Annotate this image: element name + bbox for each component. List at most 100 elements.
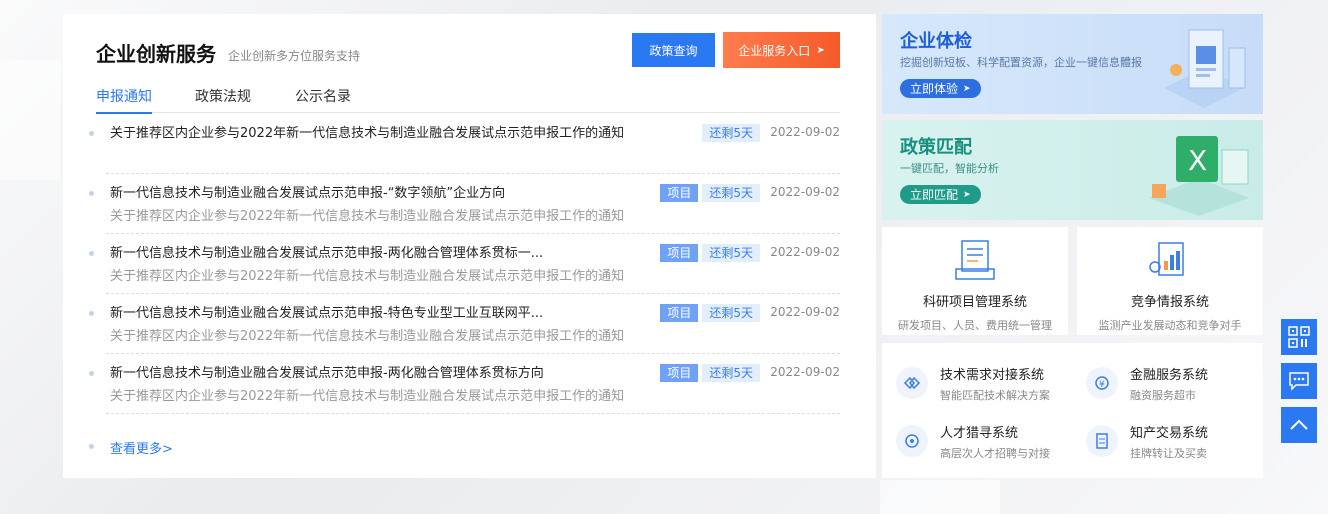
item-title[interactable]: 新一代信息技术与制造业融合发展试点示范申报-两化融合管理体系贯标一...: [110, 244, 660, 264]
system-list: 技术需求对接系统 智能匹配技术解决方案 ¥ 金融服务系统 融资服务超市 人才猎寻…: [882, 343, 1263, 478]
system-name: 人才猎寻系统: [940, 426, 1019, 441]
policy-match-card[interactable]: 政策匹配 一键匹配，智能分析 立即匹配 ➤ X: [882, 120, 1263, 220]
research-project-system-card[interactable]: 科研项目管理系统 研发项目、人员、费用统一管理: [882, 227, 1068, 335]
item-title[interactable]: 关于推荐区内企业参与2022年新一代信息技术与制造业融合发展试点示范申报工作的通…: [110, 124, 660, 144]
arrow-right-icon: ➤: [963, 189, 971, 200]
finance-system[interactable]: ¥ 金融服务系统 融资服务超市: [1072, 359, 1252, 402]
spreadsheet-illustration-icon: X: [1149, 136, 1249, 216]
item-badges: 还剩5天: [702, 124, 760, 142]
days-left-badge: 还剩5天: [702, 364, 760, 382]
item-date: 2022-09-02: [770, 185, 840, 199]
list-item[interactable]: 关于推荐区内企业参与2022年新一代信息技术与制造业融合发展试点示范申报工作的通…: [89, 114, 840, 174]
system-description: 智能匹配技术解决方案: [940, 389, 1050, 402]
system-description: 研发项目、人员、费用统一管理: [898, 319, 1052, 332]
list-item[interactable]: 新一代信息技术与制造业融合发展试点示范申报-特色专业型工业互联网平... 关于推…: [89, 294, 840, 354]
tab-public-list[interactable]: 公示名录: [295, 86, 351, 113]
svg-text:¥: ¥: [1099, 380, 1105, 390]
card-title: 企业体检: [900, 31, 972, 52]
ip-trading-system[interactable]: 知产交易系统 挂牌转让及买卖: [1072, 417, 1252, 460]
policy-query-button[interactable]: 政策查询: [632, 33, 715, 67]
ip-icon: [1086, 425, 1118, 457]
system-description: 融资服务超市: [1130, 389, 1196, 402]
background-cube: [0, 60, 60, 180]
finance-icon: ¥: [1086, 367, 1118, 399]
card-description: 一键匹配，智能分析: [900, 162, 999, 175]
system-name: 知产交易系统: [1130, 426, 1209, 441]
item-title[interactable]: 新一代信息技术与制造业融合发展试点示范申报-两化融合管理体系贯标方向: [110, 364, 660, 384]
try-now-button[interactable]: 立即体验 ➤: [900, 79, 981, 98]
checkup-illustration-icon: [1164, 29, 1246, 108]
match-now-label: 立即匹配: [910, 188, 959, 202]
item-subtitle: 关于推荐区内企业参与2022年新一代信息技术与制造业融合发展试点示范申报工作的通…: [110, 329, 625, 344]
item-badges: 项目 还剩5天: [660, 244, 760, 262]
item-subtitle: 关于推荐区内企业参与2022年新一代信息技术与制造业融合发展试点示范申报工作的通…: [110, 389, 625, 404]
project-badge: 项目: [660, 364, 699, 382]
notice-list: 关于推荐区内企业参与2022年新一代信息技术与制造业融合发展试点示范申报工作的通…: [89, 114, 840, 414]
tab-notices[interactable]: 申报通知: [96, 86, 152, 114]
item-subtitle: 关于推荐区内企业参与2022年新一代信息技术与制造业融合发展试点示范申报工作的通…: [110, 269, 625, 284]
back-to-top-button[interactable]: [1281, 407, 1317, 443]
days-left-badge: 还剩5天: [702, 184, 760, 202]
system-name: 金融服务系统: [1130, 368, 1209, 383]
system-description: 挂牌转让及买卖: [1130, 447, 1207, 460]
chevron-up-icon: [1290, 419, 1308, 430]
svg-text:X: X: [1188, 144, 1207, 177]
project-badge: 项目: [660, 184, 699, 202]
talent-icon: [896, 425, 928, 457]
item-title[interactable]: 新一代信息技术与制造业融合发展试点示范申报-“数字领航”企业方向: [110, 184, 660, 204]
arrow-right-icon: ➤: [816, 44, 825, 56]
system-description: 监测产业发展动态和竞争对手: [1098, 319, 1242, 332]
competitive-intel-system-card[interactable]: 竞争情报系统 监测产业发展动态和竞争对手: [1077, 227, 1263, 335]
bullet-dot: [89, 191, 94, 196]
system-name: 技术需求对接系统: [940, 368, 1045, 383]
connect-icon: [896, 367, 928, 399]
chat-icon: [1289, 372, 1309, 391]
project-badge: 项目: [660, 244, 699, 262]
days-left-badge: 还剩5天: [702, 244, 760, 262]
item-title[interactable]: 新一代信息技术与制造业融合发展试点示范申报-特色专业型工业互联网平...: [110, 304, 660, 324]
item-badges: 项目 还剩5天: [660, 364, 760, 382]
tab-bar: 申报通知 政策法规 公示名录: [96, 86, 840, 114]
list-item[interactable]: 新一代信息技术与制造业融合发展试点示范申报-两化融合管理体系贯标一... 关于推…: [89, 234, 840, 294]
report-icon: [1149, 242, 1184, 276]
tab-regulations[interactable]: 政策法规: [195, 86, 251, 113]
days-left-badge: 还剩5天: [702, 304, 760, 322]
view-more-link[interactable]: 查看更多>: [110, 438, 173, 457]
item-date: 2022-09-02: [770, 305, 840, 319]
page-subtitle: 企业创新多方位服务支持: [228, 49, 361, 63]
list-item[interactable]: 新一代信息技术与制造业融合发展试点示范申报-“数字领航”企业方向 关于推荐区内企…: [89, 174, 840, 234]
bullet-dot: [89, 251, 94, 256]
match-now-button[interactable]: 立即匹配 ➤: [900, 185, 981, 204]
enterprise-service-entry-label: 企业服务入口: [738, 43, 811, 58]
item-badges: 项目 还剩5天: [660, 304, 760, 322]
card-title: 政策匹配: [900, 137, 972, 158]
system-name: 科研项目管理系统: [922, 295, 1027, 310]
list-item[interactable]: 新一代信息技术与制造业融合发展试点示范申报-两化融合管理体系贯标方向 关于推荐区…: [89, 354, 840, 414]
tech-demand-system[interactable]: 技术需求对接系统 智能匹配技术解决方案: [882, 359, 1062, 402]
days-left-badge: 还剩5天: [702, 124, 760, 142]
document-icon: [955, 240, 995, 280]
bullet-dot: [89, 311, 94, 316]
bullet-dot: [89, 444, 94, 449]
card-description: 挖掘创新短板、科学配置资源，企业一键信息體报: [900, 56, 1142, 69]
project-badge: 项目: [660, 304, 699, 322]
talent-search-system[interactable]: 人才猎寻系统 高层次人才招聘与对接: [882, 417, 1062, 460]
item-date: 2022-09-02: [770, 365, 840, 379]
enterprise-service-entry-button[interactable]: 企业服务入口 ➤: [723, 32, 840, 68]
enterprise-checkup-card[interactable]: 企业体检 挖掘创新短板、科学配置资源，企业一键信息體报 立即体验 ➤: [882, 14, 1263, 114]
item-badges: 项目 还剩5天: [660, 184, 760, 202]
page-title: 企业创新服务: [96, 42, 216, 66]
background-cube: [880, 480, 1000, 514]
qrcode-button[interactable]: [1281, 319, 1317, 355]
item-date: 2022-09-02: [770, 245, 840, 259]
online-chat-button[interactable]: [1281, 363, 1317, 399]
qrcode-icon: [1288, 326, 1310, 348]
bullet-dot: [89, 131, 94, 136]
system-description: 高层次人才招聘与对接: [940, 447, 1050, 460]
try-now-label: 立即体验: [910, 82, 959, 96]
system-name: 竞争情报系统: [1130, 295, 1209, 310]
item-subtitle: 关于推荐区内企业参与2022年新一代信息技术与制造业融合发展试点示范申报工作的通…: [110, 209, 625, 224]
bullet-dot: [89, 371, 94, 376]
arrow-right-icon: ➤: [963, 83, 971, 94]
innovation-service-panel: 企业创新服务 企业创新多方位服务支持 政策查询 企业服务入口 ➤ 申报通知 政策…: [63, 14, 876, 478]
